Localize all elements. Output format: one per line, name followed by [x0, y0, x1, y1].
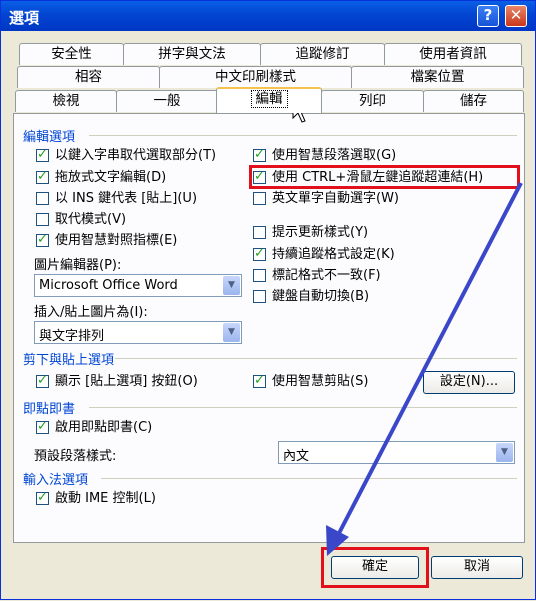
- tab-edit[interactable]: 編輯: [216, 87, 322, 113]
- options-dialog: 選項 ? ✕ 安全性 拼字與文法 追蹤修訂 使用者資訊 相容 中文印刷樣式 檔案…: [0, 0, 536, 600]
- tab-label: 編輯: [250, 90, 288, 108]
